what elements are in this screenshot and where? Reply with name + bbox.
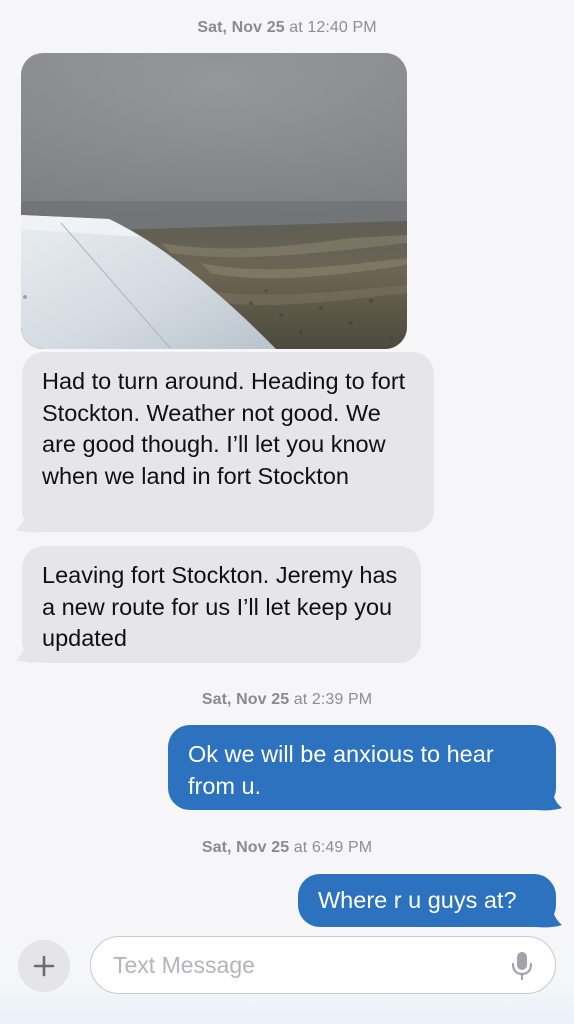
- message-input[interactable]: Text Message: [90, 936, 556, 994]
- message-text: Ok we will be anxious to hear from u.: [188, 741, 494, 799]
- airplane-wing-over-desert-photo: [21, 53, 407, 349]
- timestamp: Sat, Nov 25 at 2:39 PM: [0, 691, 574, 709]
- bubble-tail: [536, 786, 562, 811]
- timestamp-time: at 6:49 PM: [293, 839, 373, 856]
- timestamp: Sat, Nov 25 at 12:40 PM: [0, 19, 574, 37]
- timestamp: Sat, Nov 25 at 6:49 PM: [0, 839, 574, 857]
- timestamp-time: at 2:39 PM: [293, 691, 373, 708]
- outgoing-message-bubble[interactable]: Where r u guys at?: [298, 874, 556, 927]
- message-text: Leaving fort Stockton. Jeremy has a new …: [42, 562, 398, 651]
- incoming-message-bubble[interactable]: Leaving fort Stockton. Jeremy has a new …: [22, 546, 421, 663]
- timestamp-time: at 12:40 PM: [289, 19, 377, 36]
- message-text: Where r u guys at?: [318, 887, 517, 913]
- microphone-icon[interactable]: [511, 951, 533, 981]
- bubble-tail: [16, 638, 42, 663]
- message-input-placeholder: Text Message: [113, 952, 255, 978]
- bubble-tail: [536, 903, 562, 928]
- photo-message[interactable]: [21, 53, 407, 349]
- message-text: Had to turn around. Heading to fort Stoc…: [42, 368, 406, 489]
- plus-icon: [33, 955, 55, 977]
- add-attachment-button[interactable]: [18, 940, 70, 992]
- bubble-tail: [16, 508, 42, 533]
- outgoing-message-bubble[interactable]: Ok we will be anxious to hear from u.: [168, 725, 556, 810]
- timestamp-day: Sat, Nov 25: [201, 691, 290, 708]
- timestamp-day: Sat, Nov 25: [201, 839, 290, 856]
- timestamp-day: Sat, Nov 25: [197, 19, 285, 36]
- incoming-message-bubble[interactable]: Had to turn around. Heading to fort Stoc…: [22, 352, 434, 532]
